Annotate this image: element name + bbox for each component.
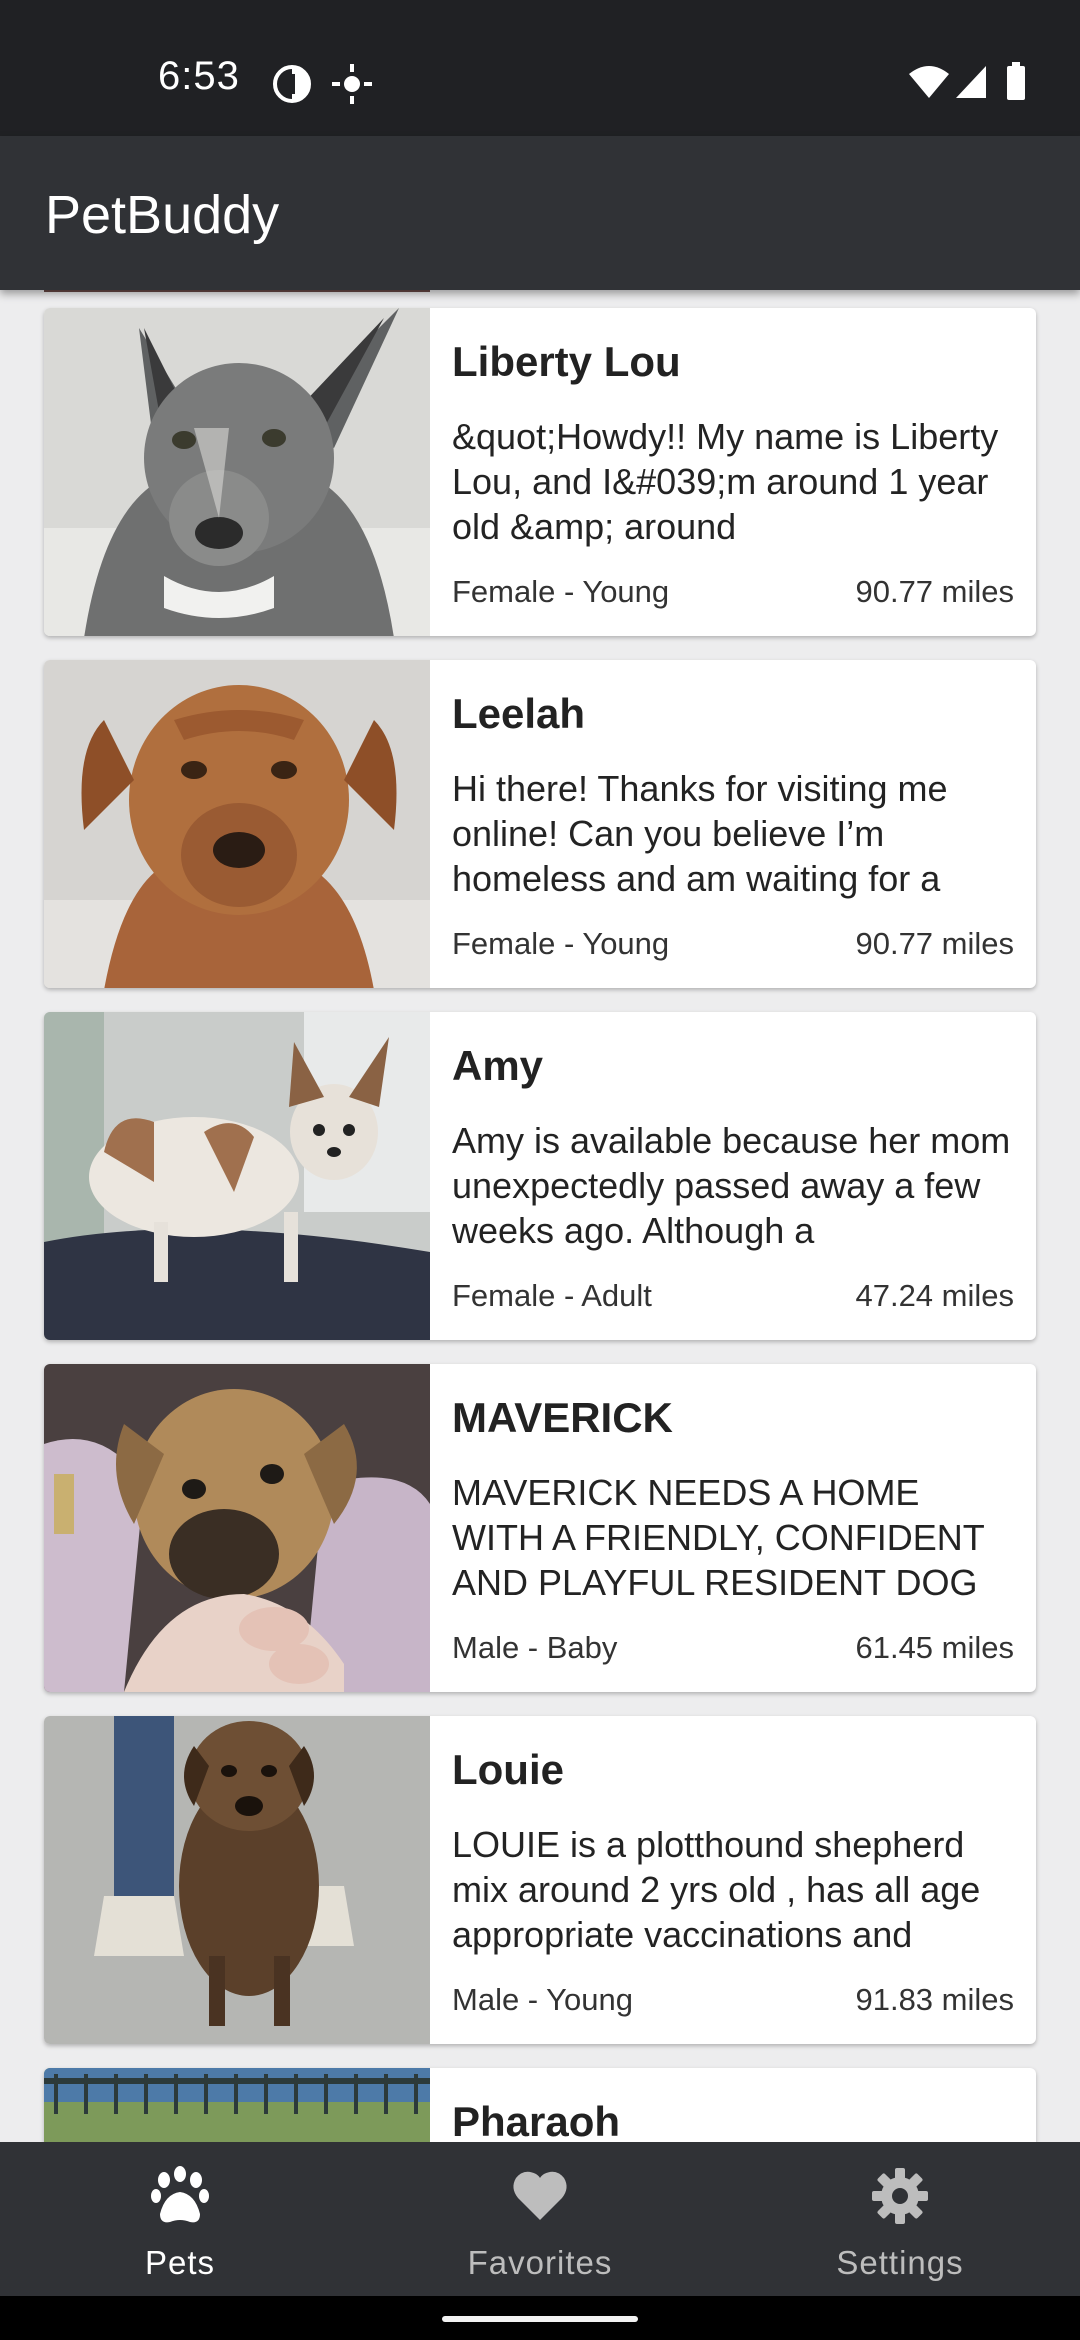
pet-info: Louie LOUIE is a plotthound shepherd mix…: [430, 1716, 1036, 2044]
pet-card[interactable]: MAVERICK MAVERICK NEEDS A HOME WITH A FR…: [44, 1364, 1036, 1692]
pet-info: Amy Amy is available because her mom une…: [430, 1012, 1036, 1340]
pet-gender-age: Female - Young: [452, 574, 670, 609]
pet-photo: [44, 308, 430, 636]
location-icon: [330, 62, 374, 111]
heart-icon: [510, 2166, 570, 2226]
nav-label-pets: Pets: [144, 2244, 216, 2281]
wifi-icon: [908, 64, 950, 105]
pet-name: Leelah: [452, 690, 586, 737]
pet-distance: 90.77 miles: [855, 574, 1014, 609]
pet-gender-age: Female - Young: [452, 926, 670, 961]
pet-photo: [44, 1012, 430, 1340]
pet-description: &quot;Howdy!! My name is Liberty Lou, an…: [452, 416, 999, 547]
app-bar: PetBuddy: [0, 136, 1080, 290]
pet-info: Leelah Hi there! Thanks for visiting me …: [430, 660, 1036, 988]
paw-icon: [150, 2166, 210, 2226]
nav-item-favorites[interactable]: Favorites: [360, 2142, 720, 2296]
pet-info: MAVERICK MAVERICK NEEDS A HOME WITH A FR…: [430, 1364, 1036, 1692]
previous-card-edge: [44, 290, 430, 292]
pet-description: Hi there! Thanks for visiting me online!…: [452, 768, 948, 899]
pet-photo: [44, 660, 430, 988]
pet-info: Pharaoh: [430, 2068, 1036, 2142]
pet-card[interactable]: Louie LOUIE is a plotthound shepherd mix…: [44, 1716, 1036, 2044]
pet-photo: [44, 2068, 430, 2142]
pet-list[interactable]: Liberty Lou &quot;Howdy!! My name is Lib…: [0, 290, 1080, 2142]
pet-description: LOUIE is a plotthound shepherd mix aroun…: [452, 1824, 981, 1955]
battery-icon: [1006, 62, 1026, 107]
pet-gender-age: Male - Young: [452, 1982, 633, 2017]
pet-distance: 91.83 miles: [855, 1982, 1014, 2017]
pet-card[interactable]: Amy Amy is available because her mom une…: [44, 1012, 1036, 1340]
pet-name: Amy: [452, 1042, 544, 1089]
pet-card[interactable]: Leelah Hi there! Thanks for visiting me …: [44, 660, 1036, 988]
status-time: 6:53: [158, 54, 240, 98]
nav-label-settings: Settings: [836, 2244, 964, 2281]
pet-card[interactable]: Pharaoh: [44, 2068, 1036, 2142]
bottom-navigation: Pets Favorites Settings: [0, 2142, 1080, 2296]
pet-gender-age: Female - Adult: [452, 1278, 652, 1313]
pet-name: Louie: [452, 1746, 564, 1793]
pet-card[interactable]: Liberty Lou &quot;Howdy!! My name is Lib…: [44, 308, 1036, 636]
pet-distance: 90.77 miles: [855, 926, 1014, 961]
app-title: PetBuddy: [45, 185, 280, 245]
pet-distance: 47.24 miles: [855, 1278, 1014, 1313]
signal-icon: [954, 64, 988, 105]
home-gesture-handle[interactable]: [442, 2316, 638, 2322]
pet-description: Amy is available because her mom unexpec…: [452, 1120, 1011, 1251]
pet-name: MAVERICK: [452, 1394, 673, 1441]
pet-distance: 61.45 miles: [855, 1630, 1014, 1665]
pet-gender-age: Male - Baby: [452, 1630, 618, 1665]
gear-icon: [870, 2166, 930, 2226]
pet-name: Pharaoh: [452, 2098, 621, 2142]
pet-photo: [44, 1364, 430, 1692]
nav-item-pets[interactable]: Pets: [0, 2142, 360, 2296]
pet-info: Liberty Lou &quot;Howdy!! My name is Lib…: [430, 308, 1036, 636]
pet-photo: [44, 1716, 430, 2044]
pet-name: Liberty Lou: [452, 338, 681, 385]
nav-label-favorites: Favorites: [467, 2244, 613, 2281]
data-saver-icon: [272, 64, 312, 109]
nav-item-settings[interactable]: Settings: [720, 2142, 1080, 2296]
pet-description: MAVERICK NEEDS A HOME WITH A FRIENDLY, C…: [452, 1472, 985, 1603]
system-gesture-area: [0, 2296, 1080, 2340]
status-bar: 6:53: [0, 0, 1080, 136]
